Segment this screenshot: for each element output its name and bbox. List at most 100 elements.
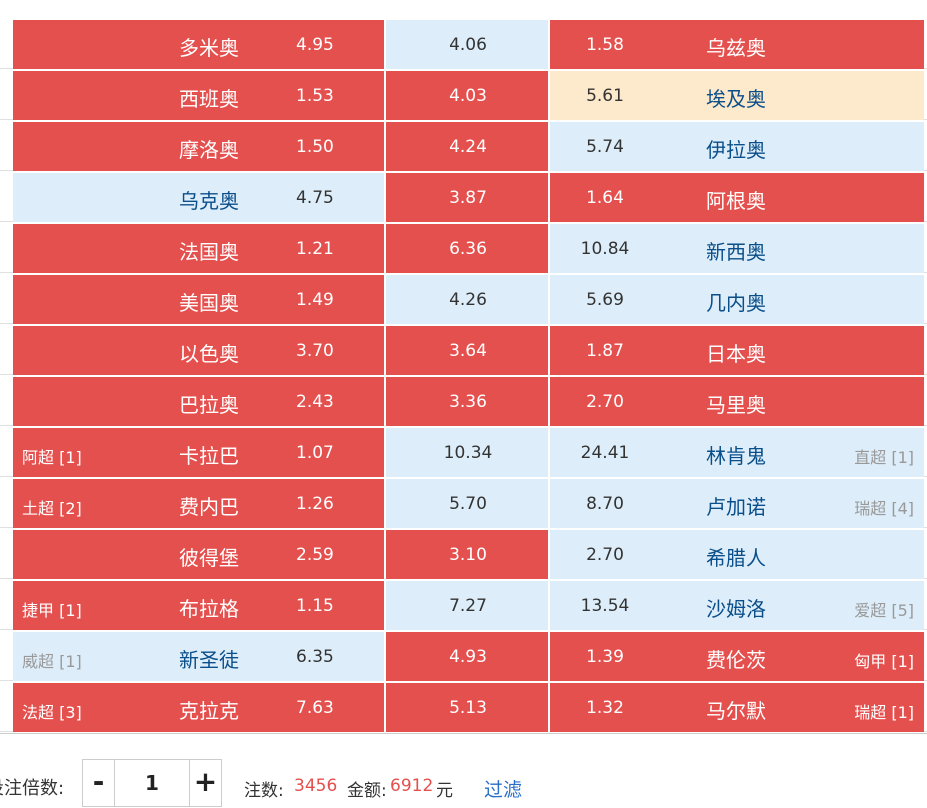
increase-button[interactable]: + (189, 760, 221, 806)
away-win-option[interactable]: 5.69 几内奥 (550, 275, 924, 324)
home-win-option[interactable]: 阿超 [1] 卡拉巴 1.07 (13, 428, 386, 477)
away-win-option[interactable]: 1.64 阿根奥 (550, 173, 924, 222)
home-team-name: 布拉格 (179, 597, 239, 621)
away-win-option[interactable]: 1.87 日本奥 (550, 326, 924, 375)
away-win-option[interactable]: 10.84 新西奥 (550, 224, 924, 273)
home-win-option[interactable]: 多米奥 4.95 (13, 20, 386, 69)
away-league-label: 匈甲 [1] (854, 652, 914, 671)
match-row: 美国奥 1.49 4.26 5.69 几内奥 (0, 273, 927, 324)
away-win-odds: 1.87 (586, 341, 624, 361)
match-row: 以色奥 3.70 3.64 1.87 日本奥 (0, 324, 927, 375)
home-team-name: 以色奥 (179, 342, 239, 366)
multiplier-stepper: - + (82, 759, 222, 807)
home-team-name: 卡拉巴 (179, 444, 239, 468)
away-win-option[interactable]: 5.74 伊拉奥 (550, 122, 924, 171)
draw-option[interactable]: 3.10 (386, 530, 550, 579)
away-team-name: 乌兹奥 (706, 36, 766, 60)
draw-option[interactable]: 4.93 (386, 632, 550, 681)
draw-option[interactable]: 4.26 (386, 275, 550, 324)
multiplier-input[interactable] (115, 760, 189, 806)
away-win-option[interactable]: 1.32 马尔默 瑞超 [1] (550, 683, 924, 732)
draw-option[interactable]: 4.06 (386, 20, 550, 69)
home-win-option[interactable]: 彼得堡 2.59 (13, 530, 386, 579)
home-win-odds: 1.26 (296, 494, 334, 514)
bet-count-value: 3456 (294, 776, 338, 796)
home-win-option[interactable]: 摩洛奥 1.50 (13, 122, 386, 171)
home-win-odds: 1.53 (296, 86, 334, 106)
home-win-option[interactable]: 捷甲 [1] 布拉格 1.15 (13, 581, 386, 630)
away-team-name: 伊拉奥 (706, 138, 766, 162)
home-win-odds: 6.35 (296, 647, 334, 667)
draw-odds: 5.70 (449, 494, 487, 514)
away-win-option[interactable]: 24.41 林肯鬼 直超 [1] (550, 428, 924, 477)
away-team-name: 林肯鬼 (706, 444, 766, 468)
home-team-name: 多米奥 (179, 36, 239, 60)
draw-option[interactable]: 6.36 (386, 224, 550, 273)
multiplier-label: 投注倍数: (0, 778, 65, 799)
match-row: 法超 [3] 克拉克 7.63 5.13 1.32 马尔默 瑞超 [1] (0, 681, 927, 732)
away-league-label: 直超 [1] (854, 448, 914, 467)
away-win-odds: 13.54 (580, 596, 630, 616)
home-win-option[interactable]: 威超 [1] 新圣徒 6.35 (13, 632, 386, 681)
home-team-name: 费内巴 (179, 495, 239, 519)
away-win-odds: 5.74 (586, 137, 624, 157)
away-win-odds: 24.41 (580, 443, 630, 463)
away-win-option[interactable]: 1.39 费伦茨 匈甲 [1] (550, 632, 924, 681)
draw-option[interactable]: 4.03 (386, 71, 550, 120)
draw-odds: 4.06 (449, 35, 487, 55)
draw-odds: 10.34 (443, 443, 493, 463)
home-win-odds: 1.49 (296, 290, 334, 310)
draw-option[interactable]: 10.34 (386, 428, 550, 477)
draw-odds: 4.24 (449, 137, 487, 157)
draw-odds: 6.36 (449, 239, 487, 259)
home-win-odds: 1.15 (296, 596, 334, 616)
draw-option[interactable]: 3.36 (386, 377, 550, 426)
match-row: 多米奥 4.95 4.06 1.58 乌兹奥 (0, 18, 927, 69)
decrease-button[interactable]: - (83, 760, 115, 806)
home-win-option[interactable]: 乌克奥 4.75 (13, 173, 386, 222)
away-team-name: 马里奥 (706, 393, 766, 417)
away-win-option[interactable]: 13.54 沙姆洛 爱超 [5] (550, 581, 924, 630)
home-win-odds: 4.95 (296, 35, 334, 55)
match-row: 土超 [2] 费内巴 1.26 5.70 8.70 卢加诺 瑞超 [4] (0, 477, 927, 528)
draw-odds: 4.26 (449, 290, 487, 310)
home-win-option[interactable]: 美国奥 1.49 (13, 275, 386, 324)
home-win-odds: 1.07 (296, 443, 334, 463)
home-league-label: 法超 [3] (22, 703, 82, 722)
draw-option[interactable]: 3.87 (386, 173, 550, 222)
away-team-name: 埃及奥 (706, 87, 766, 111)
away-win-odds: 2.70 (586, 545, 624, 565)
away-win-option[interactable]: 2.70 希腊人 (550, 530, 924, 579)
away-win-option[interactable]: 5.61 埃及奥 (550, 71, 924, 120)
draw-odds: 3.36 (449, 392, 487, 412)
draw-option[interactable]: 5.13 (386, 683, 550, 732)
draw-option[interactable]: 4.24 (386, 122, 550, 171)
draw-option[interactable]: 5.70 (386, 479, 550, 528)
draw-option[interactable]: 7.27 (386, 581, 550, 630)
away-win-option[interactable]: 8.70 卢加诺 瑞超 [4] (550, 479, 924, 528)
away-team-name: 卢加诺 (706, 495, 766, 519)
draw-odds: 7.27 (449, 596, 487, 616)
away-win-option[interactable]: 2.70 马里奥 (550, 377, 924, 426)
match-row: 捷甲 [1] 布拉格 1.15 7.27 13.54 沙姆洛 爱超 [5] (0, 579, 927, 630)
home-league-label: 阿超 [1] (22, 448, 82, 467)
away-win-odds: 10.84 (580, 239, 630, 259)
home-win-option[interactable]: 法超 [3] 克拉克 7.63 (13, 683, 386, 732)
home-win-option[interactable]: 法国奥 1.21 (13, 224, 386, 273)
home-win-option[interactable]: 巴拉奥 2.43 (13, 377, 386, 426)
away-win-odds: 2.70 (586, 392, 624, 412)
home-team-name: 美国奥 (179, 291, 239, 315)
match-row: 法国奥 1.21 6.36 10.84 新西奥 (0, 222, 927, 273)
home-win-option[interactable]: 西班奥 1.53 (13, 71, 386, 120)
away-win-option[interactable]: 1.58 乌兹奥 (550, 20, 924, 69)
home-win-option[interactable]: 以色奥 3.70 (13, 326, 386, 375)
home-win-option[interactable]: 土超 [2] 费内巴 1.26 (13, 479, 386, 528)
away-league-label: 爱超 [5] (854, 601, 914, 620)
draw-option[interactable]: 3.64 (386, 326, 550, 375)
home-league-label: 威超 [1] (22, 652, 82, 671)
bottom-bar: 投注倍数: - + 注数: 3456 金额: 6912 元 过滤 (0, 733, 927, 808)
draw-odds: 3.64 (449, 341, 487, 361)
filter-link[interactable]: 过滤 (484, 775, 522, 802)
home-team-name: 彼得堡 (179, 546, 239, 570)
away-team-name: 新西奥 (706, 240, 766, 264)
